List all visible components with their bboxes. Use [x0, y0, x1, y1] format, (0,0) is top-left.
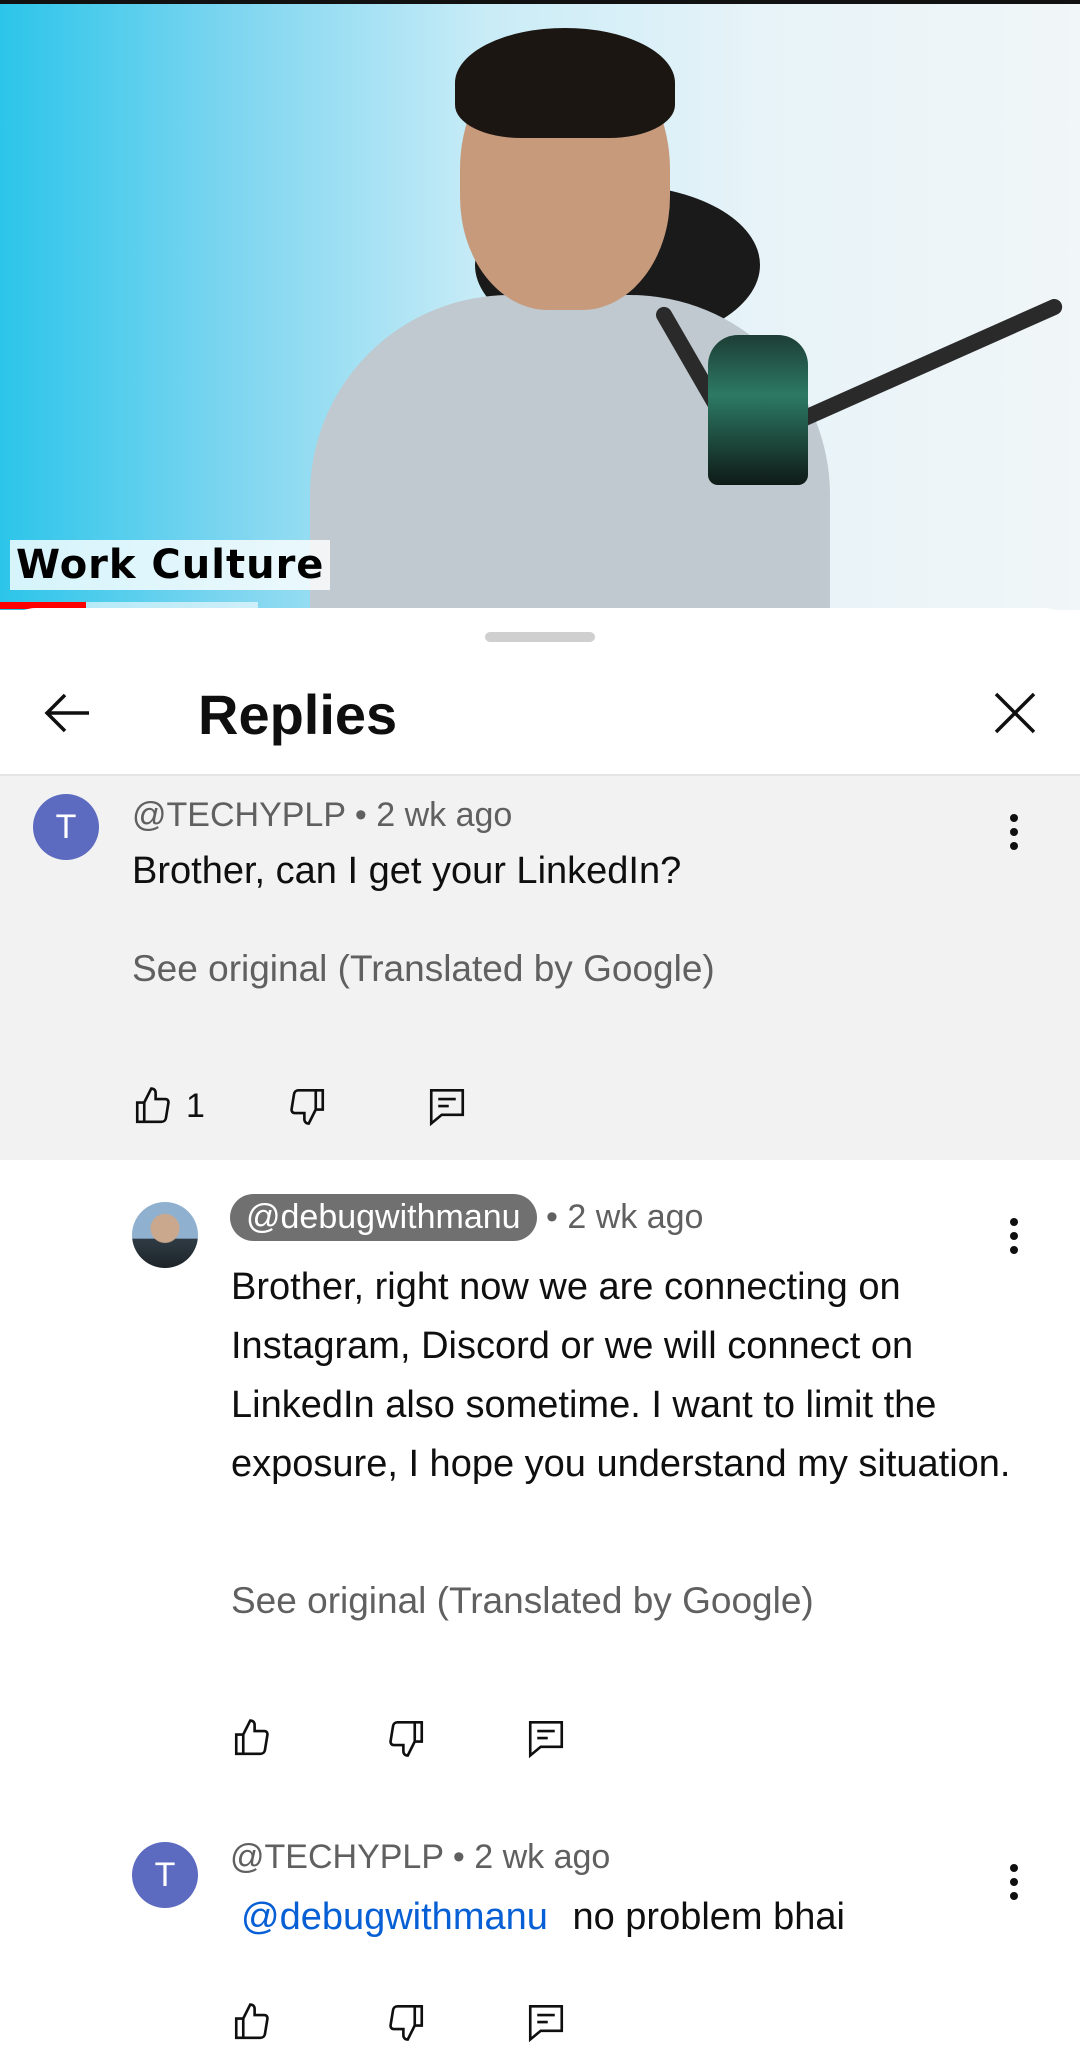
avatar[interactable]: T [132, 1842, 198, 1908]
comment-meta: @debugwithmanu • 2 wk ago [230, 1194, 703, 1241]
dislike-button[interactable] [385, 1708, 427, 1768]
close-icon [994, 692, 1036, 734]
comment-time: • 2 wk ago [354, 796, 513, 834]
like-button[interactable] [231, 1992, 273, 2052]
thumbs-down-icon [389, 1720, 424, 1757]
avatar[interactable]: T [33, 794, 99, 860]
reply-button[interactable] [426, 1076, 468, 1136]
comment-meta: @TECHYPLP • 2 wk ago [230, 1838, 610, 1877]
thumbs-up-icon [135, 1087, 170, 1124]
comment-actions [231, 1992, 631, 2052]
comment-body: no problem bhai [572, 1896, 845, 1938]
thumbs-down-icon [389, 2004, 424, 2041]
arrow-left-icon [44, 693, 89, 733]
sheet-header: Replies [0, 668, 1080, 774]
video-microphone [708, 335, 808, 485]
comment-time: • 2 wk ago [452, 1838, 611, 1876]
reply-button[interactable] [525, 1708, 567, 1768]
replies-sheet: Replies T @TECHYPLP • 2 wk ago Brother, … [0, 608, 1080, 2058]
thumbs-down-icon [290, 1088, 325, 1125]
reply-button[interactable] [525, 1992, 567, 2052]
back-button[interactable] [22, 668, 112, 758]
comment-time: • 2 wk ago [546, 1198, 704, 1236]
mention-link[interactable]: @debugwithmanu [241, 1896, 548, 1938]
reply-icon [528, 2004, 564, 2043]
parent-comment: T @TECHYPLP • 2 wk ago Brother, can I ge… [0, 776, 1080, 1160]
comment-actions: 1 [132, 1076, 532, 1136]
reply-icon [429, 1088, 465, 1127]
comment-text: Brother, right now we are connecting on … [231, 1266, 1011, 1485]
comment-author[interactable]: @TECHYPLP [132, 796, 345, 834]
comment-actions [231, 1708, 631, 1768]
comment-author[interactable]: @TECHYPLP [230, 1838, 443, 1876]
status-strip [0, 0, 1080, 4]
thumbs-up-icon [234, 2003, 269, 2040]
comment-meta: @TECHYPLP • 2 wk ago [132, 796, 512, 835]
like-button[interactable]: 1 [132, 1076, 205, 1136]
dislike-button[interactable] [385, 1992, 427, 2052]
dislike-button[interactable] [286, 1076, 328, 1136]
page-title: Replies [198, 683, 398, 746]
see-original-link[interactable]: See original (Translated by Google) [231, 1580, 814, 1622]
thumbs-up-icon [234, 1719, 269, 1756]
like-count: 1 [186, 1086, 205, 1125]
like-button[interactable] [231, 1708, 273, 1768]
comment-text: Brother, can I get your LinkedIn? [132, 850, 682, 892]
close-button[interactable] [970, 668, 1060, 758]
reply-comment: T @TECHYPLP • 2 wk ago @debugwithmanu no… [0, 1800, 1080, 2058]
drag-handle[interactable] [485, 632, 595, 642]
comment-author[interactable]: @debugwithmanu [230, 1194, 537, 1241]
video-person-hair [455, 28, 675, 138]
see-original-link[interactable]: See original (Translated by Google) [132, 948, 715, 990]
reply-comment: @debugwithmanu • 2 wk ago Brother, right… [0, 1160, 1080, 1800]
comment-text: @debugwithmanu no problem bhai [231, 1888, 1021, 1947]
more-options-icon[interactable] [994, 1206, 1034, 1266]
video-player[interactable]: Work Culture [0, 0, 1080, 610]
video-caption: Work Culture [10, 540, 331, 590]
avatar[interactable] [132, 1202, 198, 1268]
reply-icon [528, 1720, 564, 1759]
